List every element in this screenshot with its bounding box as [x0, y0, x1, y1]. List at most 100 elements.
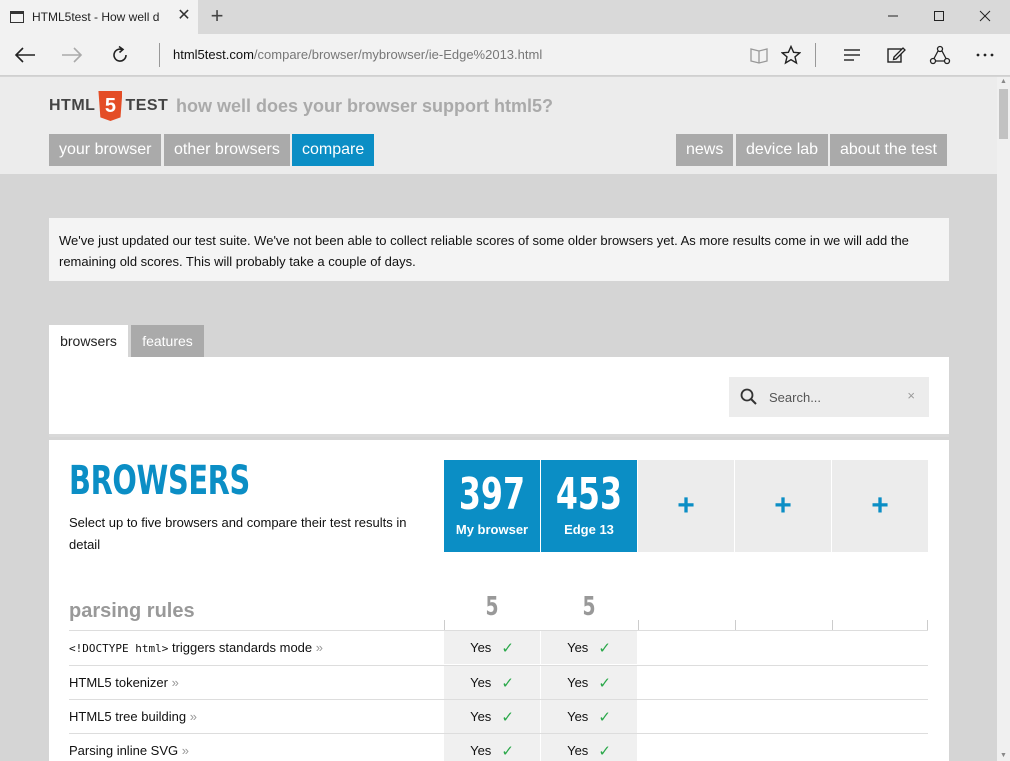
new-tab-button[interactable]: + [206, 5, 228, 27]
menu-compare[interactable]: compare [292, 134, 375, 166]
check-icon: ✓ [598, 742, 611, 760]
plus-icon: + [677, 489, 695, 522]
section-score: 5 [444, 592, 540, 622]
plus-icon: + [871, 489, 889, 522]
score-value: 397 [458, 469, 526, 520]
result-value: Yes [470, 675, 492, 690]
address-path: /compare/browser/mybrowser/ie-Edge%2013.… [253, 47, 543, 62]
page-icon [10, 11, 24, 23]
column-divider [927, 620, 928, 630]
more-chevron-icon: » [315, 640, 323, 655]
add-browser-button[interactable]: + [832, 460, 928, 552]
hub-icon[interactable] [836, 40, 868, 70]
browser-column-edge-13[interactable]: 453 Edge 13 [541, 460, 637, 552]
result-value: Yes [470, 640, 492, 655]
row-code: <!DOCTYPE html> [69, 642, 169, 655]
row-label: HTML5 tree building » [69, 709, 197, 724]
row-text: Parsing inline SVG [69, 743, 179, 758]
back-button[interactable] [9, 40, 41, 70]
result-cell: Yes ✓ [444, 734, 540, 761]
search-icon [739, 387, 759, 407]
address-host: html5test.com [173, 47, 254, 62]
table-row[interactable]: HTML5 tokenizer » Yes ✓ Yes ✓ [69, 665, 928, 699]
add-browser-button[interactable]: + [638, 460, 734, 552]
row-text: HTML5 tree building [69, 709, 187, 724]
score-value: 453 [555, 469, 623, 520]
result-cell: Yes ✓ [541, 734, 637, 761]
result-cell: Yes ✓ [444, 631, 540, 664]
reading-view-icon[interactable] [743, 40, 775, 70]
web-note-icon[interactable] [880, 40, 912, 70]
result-cell: Yes ✓ [541, 631, 637, 664]
section-score-value: 5 [485, 592, 499, 622]
clear-search-icon[interactable]: × [907, 388, 915, 403]
more-options-icon[interactable] [969, 40, 1001, 70]
scroll-thumb[interactable] [999, 89, 1008, 139]
site-tagline: how well does your browser support html5… [176, 96, 554, 116]
row-text: HTML5 tokenizer [69, 675, 168, 690]
result-cell: Yes ✓ [444, 700, 540, 733]
section-score: 5 [541, 592, 637, 622]
logo-text-left: HTML [49, 97, 96, 114]
check-icon: ✓ [501, 708, 514, 726]
vertical-scrollbar[interactable]: ▲ ▼ [997, 77, 1010, 761]
result-cell: Yes ✓ [541, 666, 637, 699]
check-icon: ✓ [598, 639, 611, 657]
logo-text-right: TEST [125, 97, 169, 114]
browser-column-my-browser[interactable]: 397 My browser [444, 460, 540, 552]
minimize-button[interactable] [870, 0, 916, 32]
check-icon: ✓ [501, 639, 514, 657]
menu-other-browsers[interactable]: other browsers [164, 134, 290, 166]
result-cell: Yes ✓ [541, 700, 637, 733]
table-row[interactable]: Parsing inline SVG » Yes ✓ Yes ✓ [69, 733, 928, 761]
result-value: Yes [470, 709, 492, 724]
browsers-heading: BROWSERS [69, 458, 250, 504]
add-browser-button[interactable]: + [735, 460, 831, 552]
search-box[interactable]: × [729, 377, 929, 417]
browser-tab[interactable]: HTML5test - How well d ✕ [0, 0, 198, 34]
row-label: HTML5 tokenizer » [69, 675, 179, 690]
refresh-button[interactable] [104, 40, 136, 70]
address-divider [159, 43, 160, 67]
update-notice: We've just updated our test suite. We've… [49, 218, 949, 281]
row-text: triggers standards mode [168, 640, 313, 655]
table-row[interactable]: <!DOCTYPE html> triggers standards mode … [69, 630, 928, 664]
tab-title: HTML5test - How well d [32, 10, 160, 24]
scroll-down-icon[interactable]: ▼ [997, 751, 1010, 761]
menu-device-lab[interactable]: device lab [736, 134, 829, 166]
column-divider [444, 620, 445, 630]
html5-shield-icon: 5 [98, 91, 123, 121]
result-value: Yes [470, 743, 492, 758]
result-value: Yes [567, 743, 589, 758]
forward-button[interactable] [56, 40, 88, 70]
check-icon: ✓ [501, 742, 514, 760]
tab-browsers[interactable]: browsers [49, 325, 128, 357]
tab-features[interactable]: features [131, 325, 204, 357]
menu-about-the-test[interactable]: about the test [830, 134, 947, 166]
favorite-star-icon[interactable] [775, 40, 807, 70]
browser-name: My browser [455, 522, 529, 537]
close-tab-icon[interactable]: ✕ [176, 8, 192, 24]
result-value: Yes [567, 640, 589, 655]
section-title: parsing rules [69, 600, 195, 622]
close-window-button[interactable] [962, 0, 1008, 32]
plus-icon: + [774, 489, 792, 522]
address-bar[interactable]: html5test.com/compare/browser/mybrowser/… [173, 47, 542, 62]
column-divider [735, 620, 736, 630]
site-logo[interactable]: HTML 5 TEST [49, 91, 168, 121]
search-input[interactable] [769, 389, 899, 405]
maximize-button[interactable] [916, 0, 962, 32]
menu-news[interactable]: news [676, 134, 734, 166]
share-icon[interactable] [924, 40, 956, 70]
section-score-value: 5 [582, 592, 596, 622]
navigation-bar: html5test.com/compare/browser/mybrowser/… [0, 34, 1010, 76]
scroll-up-icon[interactable]: ▲ [997, 77, 1010, 87]
check-icon: ✓ [598, 708, 611, 726]
check-icon: ✓ [501, 674, 514, 692]
more-chevron-icon: » [181, 743, 189, 758]
column-divider [638, 620, 639, 630]
table-row[interactable]: HTML5 tree building » Yes ✓ Yes ✓ [69, 699, 928, 733]
compare-panel: BROWSERS Select up to five browsers and … [49, 440, 949, 761]
menu-your-browser[interactable]: your browser [49, 134, 162, 166]
browser-name: Edge 13 [564, 522, 614, 537]
